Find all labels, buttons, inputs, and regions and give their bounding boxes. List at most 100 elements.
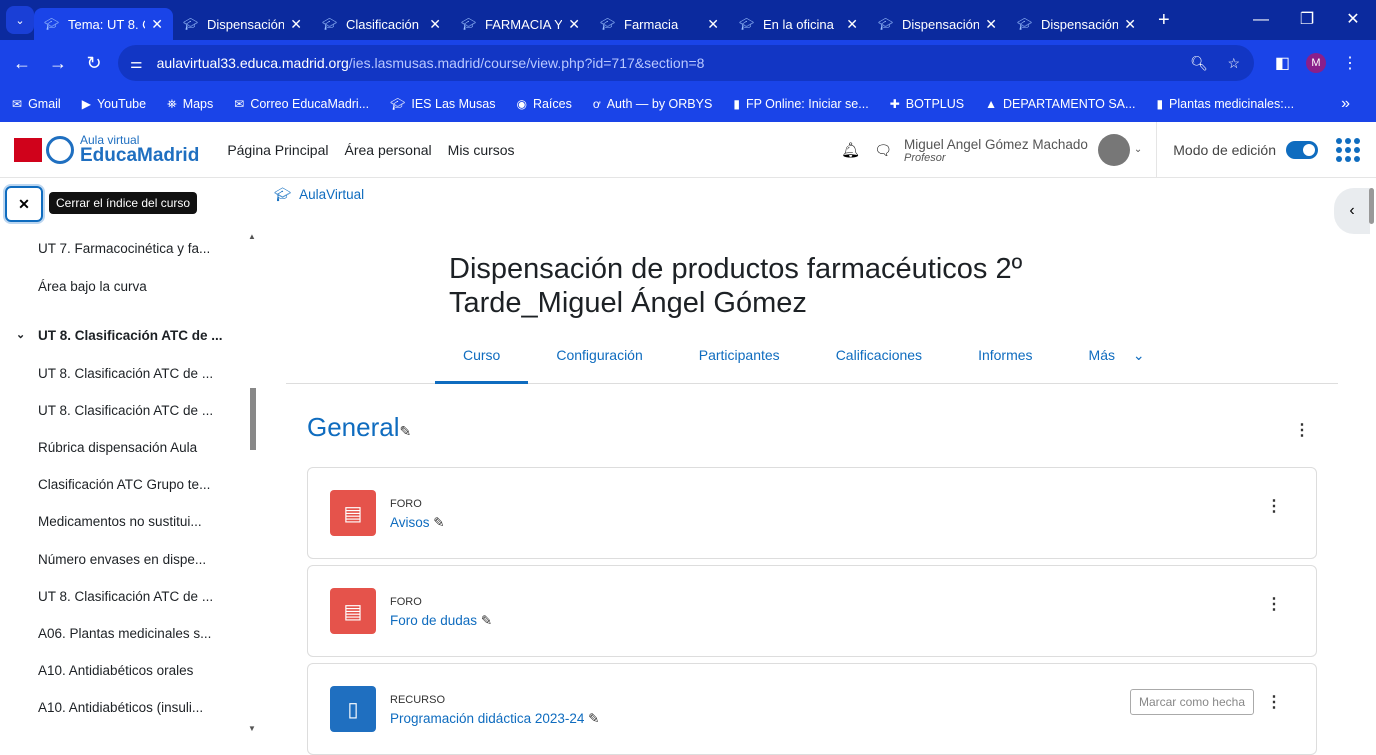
close-tab-icon[interactable]: ✕ bbox=[568, 16, 580, 33]
new-tab-button[interactable]: + bbox=[1158, 9, 1170, 32]
drawer-scrollbar[interactable] bbox=[250, 388, 256, 450]
browser-tab[interactable]: 🎓︎ Tema: UT 8. C ✕ bbox=[34, 8, 173, 40]
close-tab-icon[interactable]: ✕ bbox=[846, 16, 858, 33]
course-tab[interactable]: Participantes bbox=[671, 338, 808, 384]
nav-mis-cursos[interactable]: Mis cursos bbox=[448, 142, 515, 158]
browser-tab[interactable]: 🎓︎ En la oficina ✕ bbox=[729, 8, 868, 40]
forward-button[interactable]: → bbox=[40, 53, 76, 74]
bookmark[interactable]: ▶ YouTube bbox=[82, 97, 146, 112]
browser-tab[interactable]: 🎓︎ Clasificación ✕ bbox=[312, 8, 451, 40]
scroll-down-icon[interactable]: ▼ bbox=[248, 724, 256, 733]
bookmark[interactable]: ⛯ Maps bbox=[167, 97, 213, 112]
bookmark[interactable]: 🎓︎ IES Las Musas bbox=[390, 97, 495, 112]
zoom-icon[interactable]: 🔍︎ bbox=[1190, 55, 1208, 72]
apps-grid-icon[interactable] bbox=[1336, 138, 1360, 162]
page-scrollbar[interactable] bbox=[1369, 188, 1374, 224]
logo-bottom: EducaMadrid bbox=[80, 144, 200, 166]
bookmark[interactable]: ◉ Raíces bbox=[516, 97, 571, 112]
edit-pencil-icon[interactable]: ✎ bbox=[481, 613, 492, 628]
course-tab[interactable]: Informes bbox=[950, 338, 1060, 384]
educamadrid-logo[interactable]: Aula virtual EducaMadrid bbox=[14, 134, 199, 166]
close-tab-icon[interactable]: ✕ bbox=[290, 16, 302, 33]
tab-search-button[interactable]: ⌄ bbox=[6, 6, 34, 34]
edit-pencil-icon[interactable]: ✎ bbox=[433, 515, 444, 530]
course-tab[interactable]: Más ⌄ bbox=[1061, 338, 1159, 384]
bookmark-star-icon[interactable]: ☆ bbox=[1227, 55, 1240, 72]
course-tab[interactable]: Configuración bbox=[528, 338, 670, 384]
browser-tab[interactable]: 🎓︎ Dispensación ✕ bbox=[173, 8, 312, 40]
user-avatar[interactable] bbox=[1097, 134, 1130, 166]
profile-avatar[interactable]: M bbox=[1306, 53, 1326, 73]
edit-mode-toggle[interactable] bbox=[1286, 141, 1318, 159]
course-index-item[interactable]: A10. Antidiabéticos orales bbox=[38, 663, 193, 678]
bookmark[interactable]: ▮ FP Online: Iniciar se... bbox=[733, 97, 868, 112]
back-button[interactable]: ← bbox=[4, 53, 40, 74]
activity-link[interactable]: Foro de dudas ✎ bbox=[390, 613, 492, 629]
edit-pencil-icon[interactable]: ✎ bbox=[588, 711, 599, 726]
course-index-item[interactable]: Rúbrica dispensación Aula bbox=[38, 440, 197, 455]
address-bar[interactable]: ⚌ aulavirtual33.educa.madrid.org/ies.las… bbox=[118, 45, 1254, 81]
close-tab-icon[interactable]: ✕ bbox=[707, 16, 719, 33]
course-index-item[interactable]: UT 7. Farmacocinética y fa... bbox=[38, 241, 210, 256]
bookmark[interactable]: ✉ Gmail bbox=[12, 97, 61, 112]
scroll-up-icon[interactable]: ▲ bbox=[248, 232, 256, 241]
course-index-item[interactable]: Medicamentos no sustitui... bbox=[38, 514, 202, 529]
course-index-item[interactable]: UT 8. Clasificación ATC de ... bbox=[38, 366, 213, 381]
mark-done-button[interactable]: Marcar como hecha bbox=[1129, 689, 1254, 715]
course-index-item[interactable]: A06. Plantas medicinales s... bbox=[38, 626, 211, 641]
bell-icon[interactable]: 🔔︎ bbox=[841, 141, 860, 159]
course-index-item[interactable]: UT 8. Clasificación ATC de ... bbox=[38, 589, 213, 604]
browser-tab[interactable]: 🎓︎ FARMACIA Y ✕ bbox=[451, 8, 590, 40]
course-index-item[interactable]: UT 8. Clasificación ATC de ... bbox=[38, 403, 213, 418]
reload-button[interactable]: ↻ bbox=[76, 53, 112, 74]
activity-menu-icon[interactable]: ⋮ bbox=[1266, 692, 1282, 712]
course-index-item[interactable]: Clasificación ATC Grupo te... bbox=[38, 477, 210, 492]
browser-tab[interactable]: 🎓︎ Dispensación ✕ bbox=[868, 8, 1007, 40]
close-tab-icon[interactable]: ✕ bbox=[429, 16, 441, 33]
open-block-drawer-button[interactable]: ‹ bbox=[1334, 188, 1370, 234]
course-index-item[interactable]: Número envases en dispe... bbox=[38, 552, 206, 567]
course-index-item[interactable]: Área bajo la curva bbox=[38, 279, 147, 294]
more-bookmarks-icon[interactable]: » bbox=[1341, 95, 1350, 113]
nav-area-personal[interactable]: Área personal bbox=[344, 142, 431, 158]
browser-menu-icon[interactable]: ⋮ bbox=[1342, 53, 1358, 73]
edit-pencil-icon[interactable]: ✎ bbox=[400, 423, 412, 439]
activity-menu-icon[interactable]: ⋮ bbox=[1266, 594, 1282, 614]
educamadrid-logo-icon bbox=[46, 135, 74, 164]
close-tab-icon[interactable]: ✕ bbox=[151, 16, 163, 33]
course-tab[interactable]: Curso bbox=[435, 338, 529, 384]
close-window-button[interactable]: ✕ bbox=[1330, 0, 1376, 40]
bookmark[interactable]: ✚ BOTPLUS bbox=[890, 97, 964, 112]
side-panel-icon[interactable]: ◧ bbox=[1275, 53, 1290, 73]
close-tab-icon[interactable]: ✕ bbox=[985, 16, 997, 33]
course-index-drawer: ✕ Cerrar el índice del curso UT 7. Farma… bbox=[0, 178, 260, 736]
minimize-button[interactable]: — bbox=[1238, 0, 1284, 40]
browser-tab[interactable]: 🎓︎ Dispensación ✕ bbox=[1007, 8, 1146, 40]
activity-link[interactable]: Avisos ✎ bbox=[390, 515, 445, 531]
chevron-down-icon[interactable]: ⌄ bbox=[16, 328, 25, 341]
nav-pagina-principal[interactable]: Página Principal bbox=[227, 142, 328, 158]
user-role: Profesor bbox=[904, 151, 946, 164]
course-index-item[interactable]: A10. Antidiabéticos (insuli... bbox=[38, 700, 203, 715]
forum-icon: ▤ bbox=[330, 588, 376, 634]
course-tab[interactable]: Calificaciones bbox=[808, 338, 950, 384]
chevron-down-icon[interactable]: ⌄ bbox=[1134, 122, 1158, 178]
close-tab-icon[interactable]: ✕ bbox=[1124, 16, 1136, 33]
messages-icon[interactable]: 🗨︎ bbox=[874, 142, 892, 159]
bookmark[interactable]: ▮ Plantas medicinales:... bbox=[1156, 97, 1294, 112]
tab-favicon-icon: 🎓︎ bbox=[183, 17, 199, 31]
site-info-icon[interactable]: ⚌ bbox=[130, 55, 143, 72]
close-index-button[interactable]: ✕ bbox=[5, 186, 43, 222]
activity-link[interactable]: Programación didáctica 2023-24 ✎ bbox=[390, 711, 599, 727]
tab-favicon-icon: 🎓︎ bbox=[461, 17, 477, 31]
section-menu-icon[interactable]: ⋮ bbox=[1294, 420, 1310, 440]
bookmark[interactable]: ▲ DEPARTAMENTO SA... bbox=[985, 97, 1135, 112]
bookmark[interactable]: ơ Auth — by ORBYS bbox=[593, 97, 712, 112]
activity-menu-icon[interactable]: ⋮ bbox=[1266, 496, 1282, 516]
restore-button[interactable]: ❐ bbox=[1284, 0, 1330, 40]
breadcrumb[interactable]: 🎓︎ AulaVirtual bbox=[274, 187, 364, 203]
browser-tab[interactable]: 🎓︎ Farmacia ✕ bbox=[590, 8, 729, 40]
user-name[interactable]: Miguel Angel Gómez Machado bbox=[904, 137, 1088, 152]
course-index-section[interactable]: ⌄ UT 8. Clasificación ATC de ... bbox=[16, 328, 223, 343]
bookmark[interactable]: ✉ Correo EducaMadri... bbox=[234, 97, 369, 112]
